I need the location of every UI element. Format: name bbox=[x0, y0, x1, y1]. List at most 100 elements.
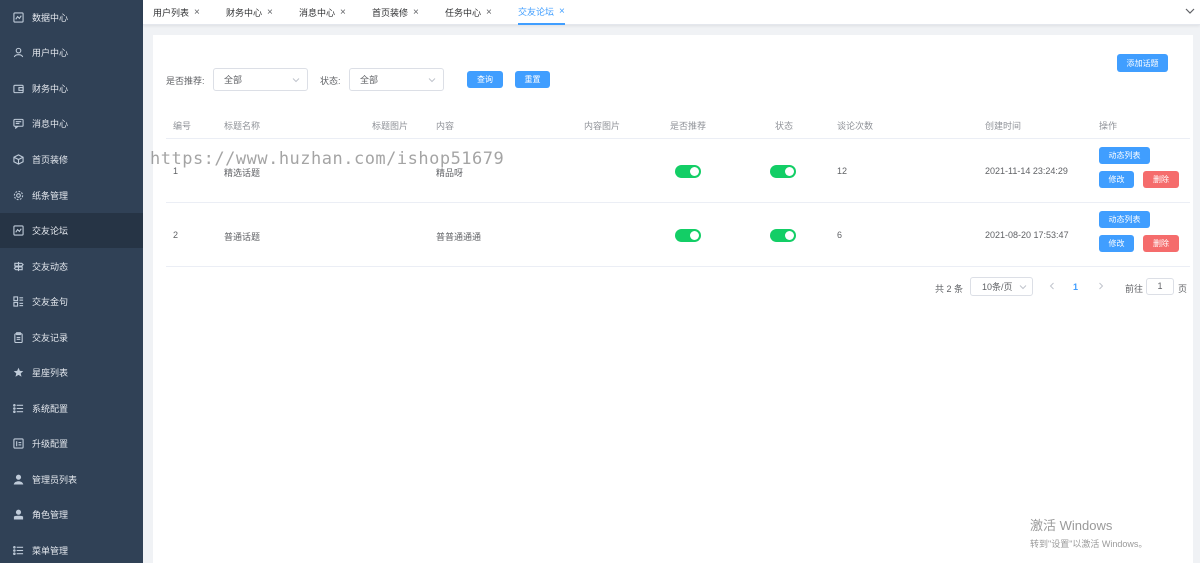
column-header-content: 内容 bbox=[436, 121, 455, 131]
dynamic-list-button[interactable]: 动态列表 bbox=[1099, 211, 1150, 228]
sidebar-item-home-decoration[interactable]: 首页装修 bbox=[0, 142, 143, 177]
status-switch[interactable] bbox=[770, 229, 796, 242]
tab-label: 交友论坛 bbox=[518, 7, 555, 17]
close-icon[interactable]: × bbox=[559, 6, 565, 17]
sidebar-item-data-center[interactable]: 数据中心 bbox=[0, 0, 143, 35]
recommend-select[interactable]: 全部 bbox=[213, 68, 308, 91]
goto-suffix: 页 bbox=[1178, 284, 1188, 294]
chevron-down-icon[interactable] bbox=[1184, 5, 1196, 17]
tabs-bar: 用户列表 × 财务中心 × 消息中心 × 首页装修 × 任务中心 × 交友论坛 … bbox=[143, 0, 1200, 25]
sidebar-item-label: 首页装修 bbox=[32, 155, 69, 165]
column-header-status: 状态 bbox=[775, 121, 794, 131]
message-icon bbox=[12, 118, 24, 130]
sidebar-item-label: 数据中心 bbox=[32, 13, 69, 23]
sidebar-item-label: 财务中心 bbox=[32, 84, 69, 94]
star-icon bbox=[12, 367, 24, 379]
status-select-value: 全部 bbox=[360, 75, 379, 85]
tab-task-center[interactable]: 任务中心 × bbox=[445, 0, 492, 25]
sidebar-item-note-management[interactable]: 纸条管理 bbox=[0, 178, 143, 213]
close-icon[interactable]: × bbox=[340, 7, 346, 18]
cell-created-time: 2021-11-14 23:24:29 bbox=[985, 166, 1068, 176]
status-select[interactable]: 全部 bbox=[349, 68, 444, 91]
tab-finance-center[interactable]: 财务中心 × bbox=[226, 0, 273, 25]
column-header-content-image: 内容图片 bbox=[584, 121, 621, 131]
sidebar-item-role-management[interactable]: 角色管理 bbox=[0, 497, 143, 532]
cell-created-time: 2021-08-20 17:53:47 bbox=[985, 230, 1069, 240]
column-header-actions: 操作 bbox=[1099, 121, 1118, 131]
tab-message-center[interactable]: 消息中心 × bbox=[299, 0, 346, 25]
cell-title: 普通话题 bbox=[224, 232, 261, 242]
activation-subtitle: 转到"设置"以激活 Windows。 bbox=[1030, 539, 1148, 549]
list-icon bbox=[12, 403, 24, 415]
sidebar-item-upgrade-config[interactable]: 升级配置 bbox=[0, 426, 143, 461]
tab-label: 用户列表 bbox=[153, 8, 190, 18]
activation-title: 激活 Windows bbox=[1030, 518, 1113, 533]
close-icon[interactable]: × bbox=[267, 7, 273, 18]
gear-icon bbox=[12, 190, 24, 202]
tab-label: 财务中心 bbox=[226, 8, 263, 18]
sidebar-item-label: 系统配置 bbox=[32, 404, 69, 414]
table-header-divider bbox=[166, 138, 1190, 139]
page-size-select[interactable]: 10条/页 bbox=[970, 277, 1033, 296]
query-button[interactable]: 查询 bbox=[467, 71, 503, 88]
dynamic-list-button[interactable]: 动态列表 bbox=[1099, 147, 1150, 164]
content-card bbox=[153, 35, 1193, 563]
edit-button[interactable]: 修改 bbox=[1099, 171, 1134, 188]
status-filter-label: 状态: bbox=[320, 76, 341, 86]
sidebar-item-finance-center[interactable]: 财务中心 bbox=[0, 71, 143, 106]
user-icon bbox=[12, 47, 24, 59]
table-row-divider bbox=[166, 202, 1190, 203]
sidebar-item-dating-dynamics[interactable]: 交友动态 bbox=[0, 249, 143, 284]
tab-label: 首页装修 bbox=[372, 8, 409, 18]
sidebar-item-label: 升级配置 bbox=[32, 439, 69, 449]
recommend-switch[interactable] bbox=[675, 229, 701, 242]
edit-button[interactable]: 修改 bbox=[1099, 235, 1134, 252]
pagination-total: 共 2 条 bbox=[935, 284, 964, 294]
list-icon bbox=[12, 545, 24, 557]
sidebar-item-label: 用户中心 bbox=[32, 48, 69, 58]
chevron-left-icon bbox=[1049, 282, 1054, 290]
sidebar-item-admin-list[interactable]: 管理员列表 bbox=[0, 462, 143, 497]
goto-page-input[interactable]: 1 bbox=[1146, 278, 1174, 295]
current-page[interactable]: 1 bbox=[1073, 282, 1078, 292]
clipboard-icon bbox=[12, 332, 24, 344]
sidebar-item-dating-records[interactable]: 交友记录 bbox=[0, 320, 143, 355]
cell-discussion-count: 12 bbox=[837, 166, 848, 176]
close-icon[interactable]: × bbox=[413, 7, 419, 18]
tab-user-list[interactable]: 用户列表 × bbox=[153, 0, 200, 25]
sidebar-item-menu-management[interactable]: 菜单管理 bbox=[0, 533, 143, 563]
reset-button[interactable]: 重置 bbox=[515, 71, 550, 88]
tab-dating-forum[interactable]: 交友论坛 × bbox=[518, 0, 565, 25]
sidebar-item-message-center[interactable]: 消息中心 bbox=[0, 106, 143, 141]
sign-icon bbox=[12, 261, 24, 273]
column-header-recommend: 是否推荐 bbox=[670, 121, 707, 131]
sidebar-item-label: 角色管理 bbox=[32, 510, 69, 520]
sidebar-item-label: 交友金句 bbox=[32, 297, 69, 307]
sidebar-item-system-config[interactable]: 系统配置 bbox=[0, 391, 143, 426]
sidebar-item-dating-forum[interactable]: 交友论坛 bbox=[0, 213, 143, 248]
sidebar-item-label: 交友论坛 bbox=[32, 226, 69, 236]
wallet-icon bbox=[12, 83, 24, 95]
close-icon[interactable]: × bbox=[194, 7, 200, 18]
delete-button[interactable]: 删除 bbox=[1143, 171, 1179, 188]
grid-icon bbox=[12, 296, 24, 308]
page-size-value: 10条/页 bbox=[982, 282, 1013, 292]
add-topic-button[interactable]: 添加话题 bbox=[1117, 54, 1168, 72]
sidebar-item-label: 交友记录 bbox=[32, 333, 69, 343]
recommend-filter-label: 是否推荐: bbox=[166, 76, 205, 86]
table-row-divider bbox=[166, 266, 1190, 267]
tab-home-decoration[interactable]: 首页装修 × bbox=[372, 0, 419, 25]
status-switch[interactable] bbox=[770, 165, 796, 178]
delete-button[interactable]: 删除 bbox=[1143, 235, 1179, 252]
sidebar-item-label: 交友动态 bbox=[32, 262, 69, 272]
sidebar-item-constellation-list[interactable]: 星座列表 bbox=[0, 355, 143, 390]
prev-page-button[interactable] bbox=[1046, 280, 1058, 292]
next-page-button[interactable] bbox=[1095, 280, 1107, 292]
cell-id: 2 bbox=[173, 230, 179, 240]
recommend-select-value: 全部 bbox=[224, 75, 243, 85]
sidebar-item-user-center[interactable]: 用户中心 bbox=[0, 35, 143, 70]
watermark-text: https://www.huzhan.com/ishop51679 bbox=[150, 149, 505, 169]
recommend-switch[interactable] bbox=[675, 165, 701, 178]
sidebar-item-dating-quotes[interactable]: 交友金句 bbox=[0, 284, 143, 319]
close-icon[interactable]: × bbox=[486, 7, 492, 18]
